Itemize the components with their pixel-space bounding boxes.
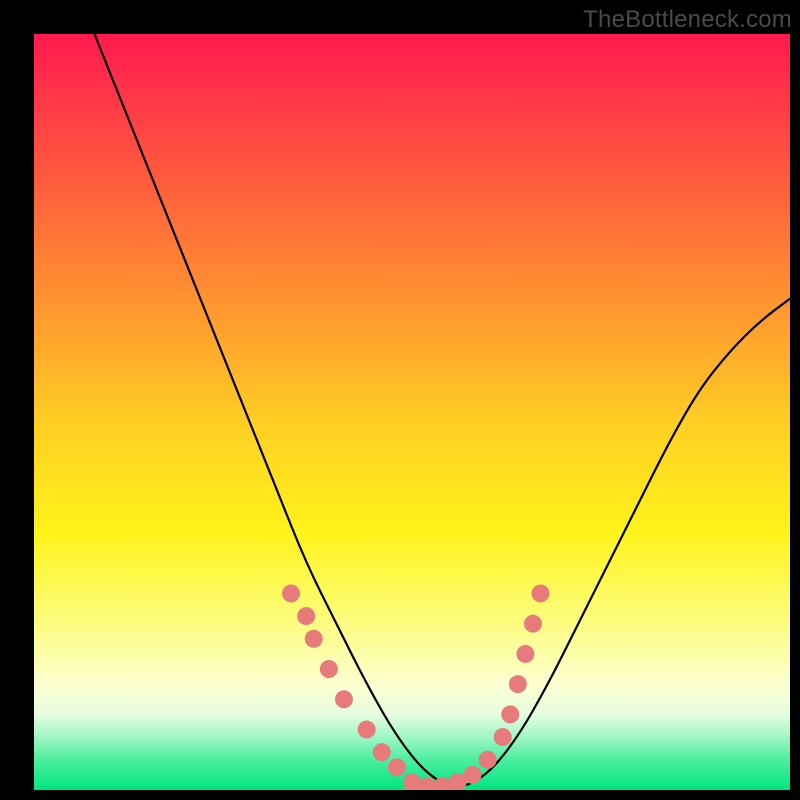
data-point (509, 675, 527, 693)
data-point (479, 751, 497, 769)
data-point (463, 766, 481, 784)
data-point (524, 615, 542, 633)
data-point (297, 607, 315, 625)
data-point (388, 758, 406, 776)
chart-frame: TheBottleneck.com (0, 0, 800, 800)
bottleneck-curve (94, 34, 790, 786)
data-point (516, 645, 534, 663)
data-point (373, 743, 391, 761)
data-point (282, 584, 300, 602)
data-point (532, 584, 550, 602)
data-point (320, 660, 338, 678)
watermark-text: TheBottleneck.com (583, 6, 792, 34)
data-point (501, 705, 519, 723)
data-point (494, 728, 512, 746)
data-point (418, 777, 436, 790)
data-point (335, 690, 353, 708)
data-point (305, 630, 323, 648)
data-point (358, 721, 376, 739)
plot-area (34, 34, 790, 790)
chart-svg (34, 34, 790, 790)
